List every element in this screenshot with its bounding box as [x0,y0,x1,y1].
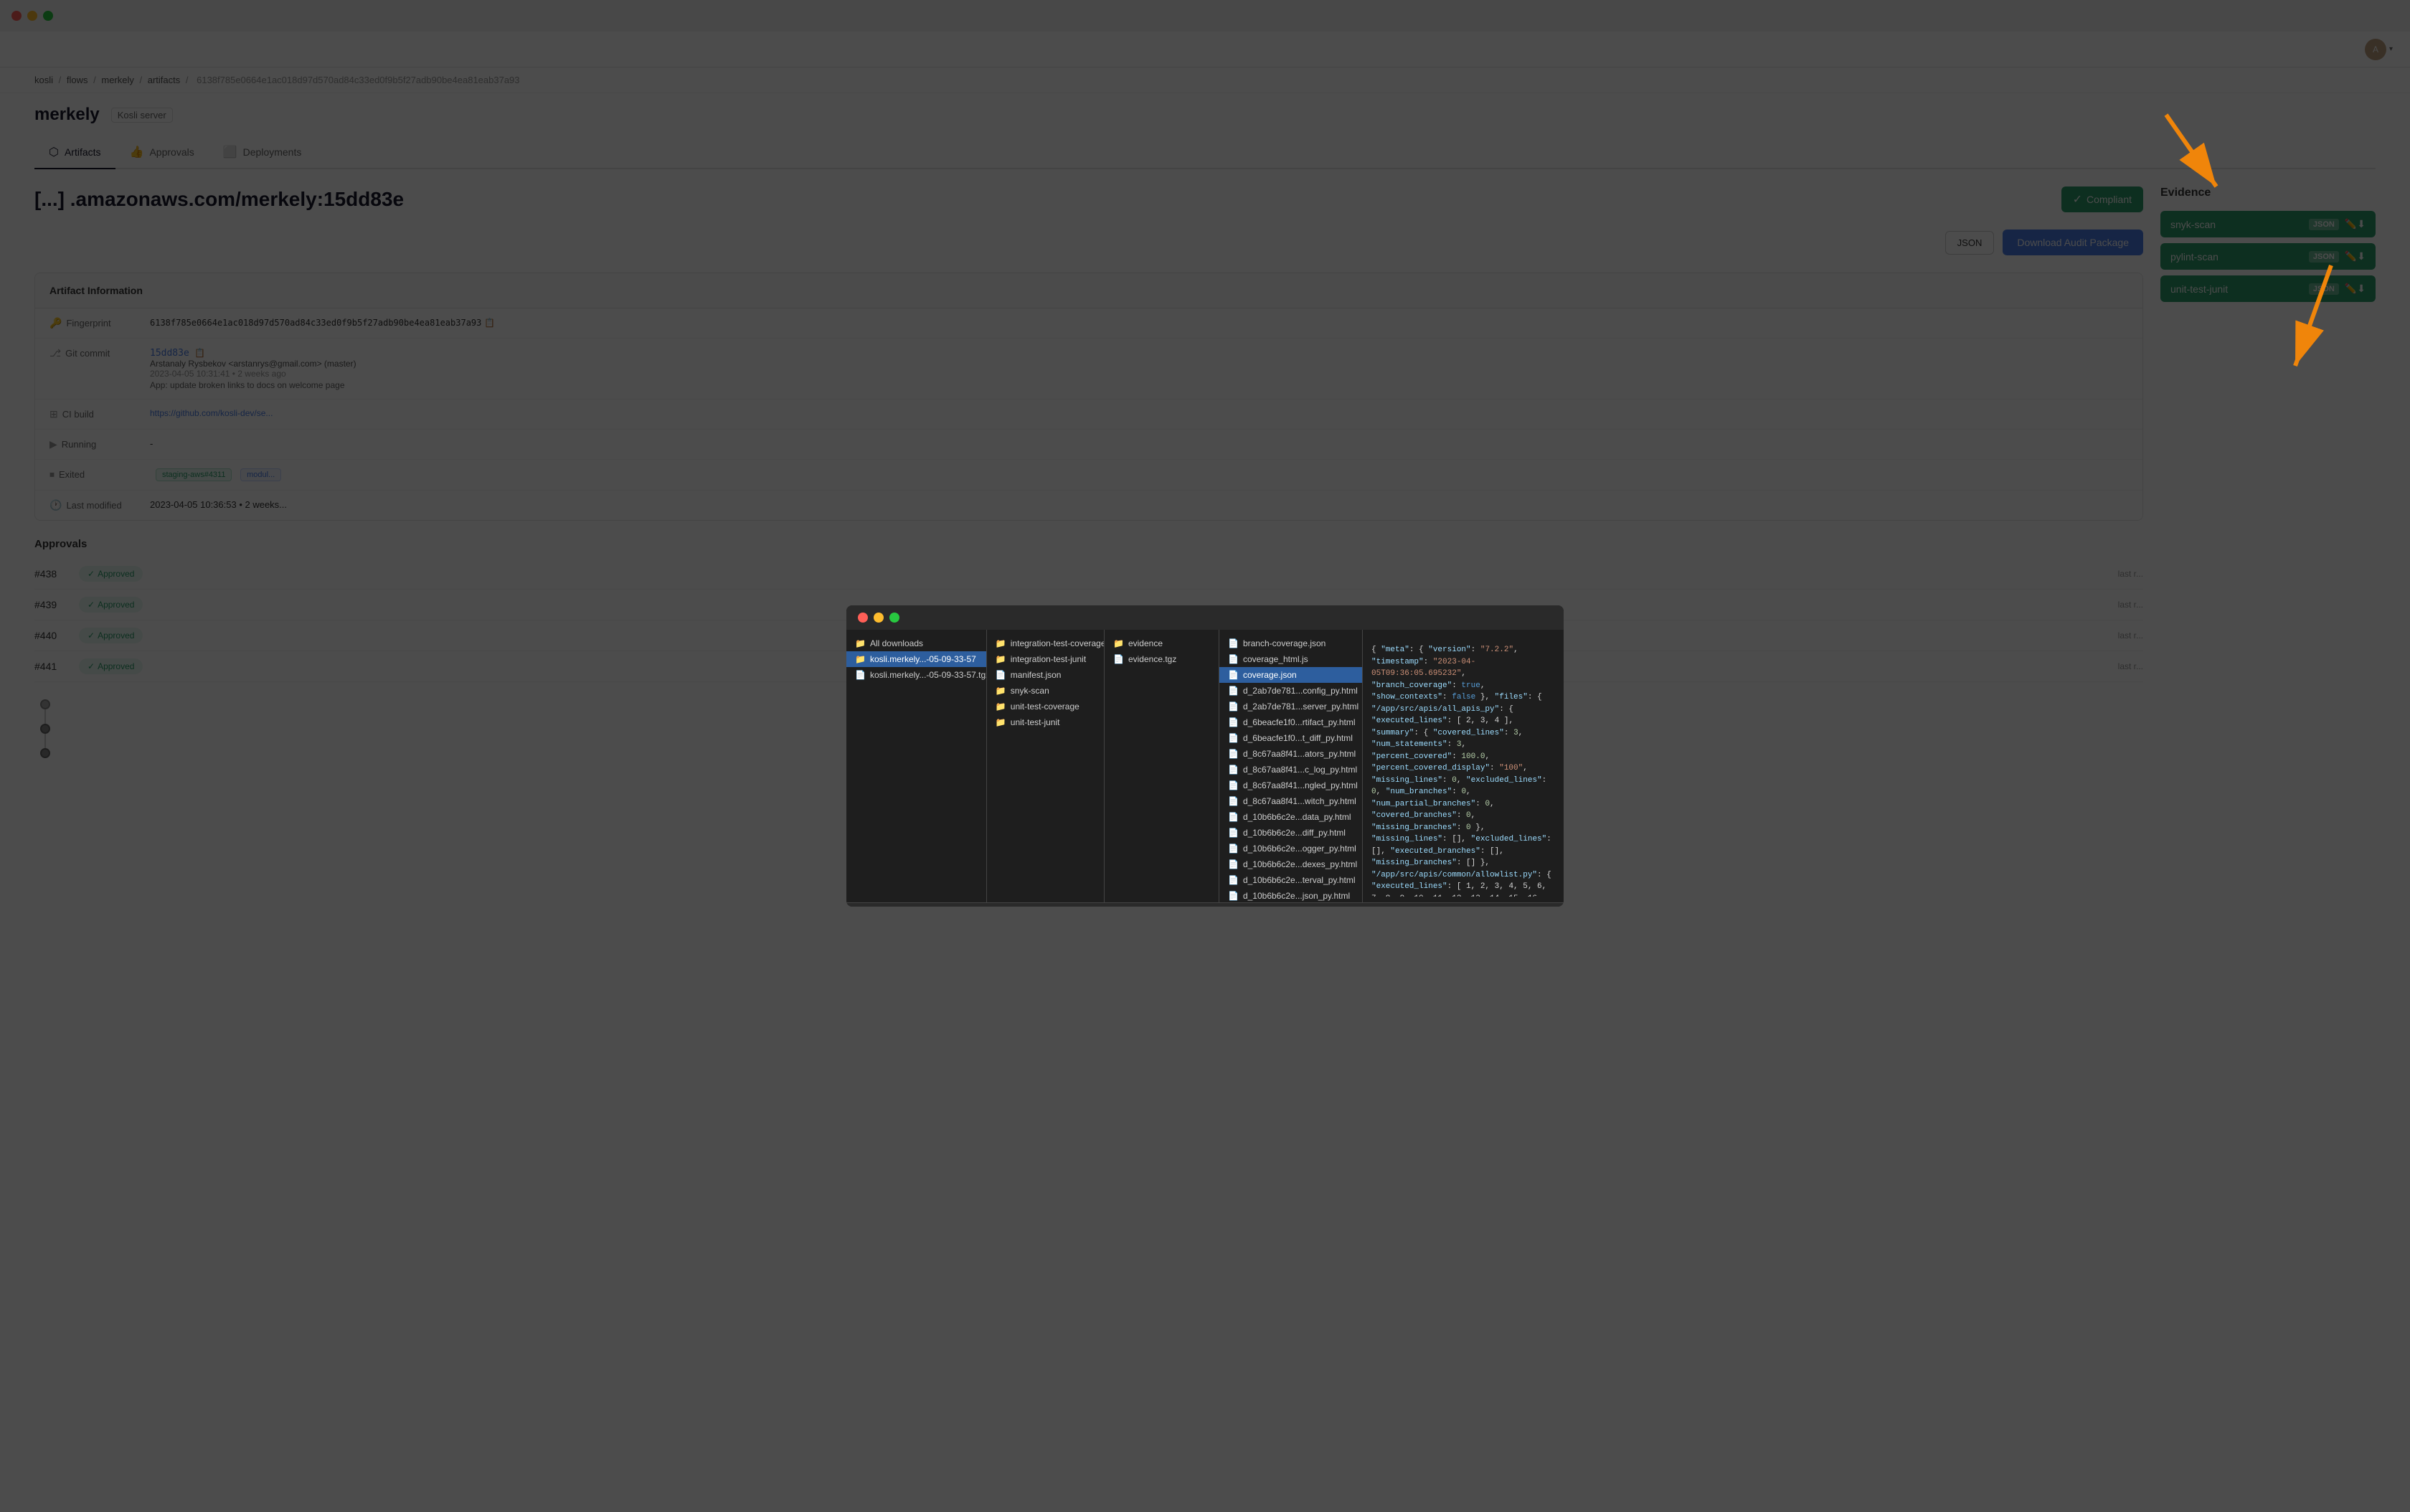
file-item[interactable]: 📄 d_8c67aa8f41...ators_py.html [1219,746,1362,762]
file-label: unit-test-junit [1011,717,1060,727]
file-label: snyk-scan [1011,686,1049,696]
file-label: branch-coverage.json [1243,638,1326,648]
file-label: manifest.json [1011,670,1062,680]
file-icon: 📄 [855,670,866,680]
json-preview-col: { "meta": { "version": "7.2.2", "timesta… [1363,630,1564,902]
file-label: d_8c67aa8f41...c_log_py.html [1243,765,1357,775]
file-item[interactable]: 📄 d_10b6b6c2e...diff_py.html [1219,825,1362,841]
modal-minimize-button[interactable] [874,613,884,623]
file-icon: 📄 [1228,796,1239,806]
file-item[interactable]: 📄 d_8c67aa8f41...witch_py.html [1219,793,1362,809]
file-label: kosli.merkely...-05-09-33-57 [870,654,976,664]
file-col-2: 📁 integration-test-coverage 📁 integration-t… [987,630,1105,902]
file-item[interactable]: 📄 manifest.json [987,667,1104,683]
file-item[interactable]: 📁 All downloads [846,635,986,651]
file-label: d_8c67aa8f41...witch_py.html [1243,796,1356,806]
file-item[interactable]: 📄 d_10b6b6c2e...dexes_py.html [1219,856,1362,872]
file-item[interactable]: 📄 d_8c67aa8f41...ngled_py.html [1219,778,1362,793]
file-item[interactable]: 📄 evidence.tgz [1105,651,1219,667]
folder-icon: 📁 [855,638,866,648]
file-label: d_8c67aa8f41...ngled_py.html [1243,780,1358,790]
file-label: d_10b6b6c2e...ogger_py.html [1243,844,1356,854]
file-label: evidence.tgz [1128,654,1176,664]
file-icon: 📄 [1228,686,1239,696]
file-item[interactable]: 📄 d_6beacfe1f0...rtifact_py.html [1219,714,1362,730]
file-label: d_10b6b6c2e...data_py.html [1243,812,1351,822]
file-label: d_2ab7de781...config_py.html [1243,686,1358,696]
file-label: All downloads [870,638,923,648]
modal-titlebar [846,605,1564,630]
file-label: coverage_html.js [1243,654,1308,664]
file-icon: 📄 [996,670,1006,680]
file-item[interactable]: 📁 unit-test-coverage [987,699,1104,714]
file-label: d_6beacfe1f0...t_diff_py.html [1243,733,1353,743]
file-item[interactable]: 📁 unit-test-junit [987,714,1104,730]
file-item[interactable]: 📁 kosli.merkely...-05-09-33-57 [846,651,986,667]
file-item[interactable]: 📄 d_8c67aa8f41...c_log_py.html [1219,762,1362,778]
file-icon: 📄 [1113,654,1124,664]
folder-icon: 📁 [855,654,866,664]
file-icon: 📄 [1228,780,1239,790]
file-browser-modal: 📁 All downloads 📁 kosli.merkely...-05-09-33… [846,605,1564,907]
file-label: integration-test-junit [1011,654,1086,664]
folder-icon: 📁 [996,654,1006,664]
file-icon: 📄 [1228,812,1239,822]
file-item[interactable]: 📄 coverage_html.js [1219,651,1362,667]
file-item[interactable]: 📄 d_10b6b6c2e...json_py.html [1219,888,1362,902]
file-label: coverage.json [1243,670,1297,680]
file-label: integration-test-coverage [1011,638,1105,648]
json-preview: { "meta": { "version": "7.2.2", "timesta… [1363,635,1564,897]
modal-maximize-button[interactable] [889,613,899,623]
file-icon: 📄 [1228,828,1239,838]
file-icon: 📄 [1228,765,1239,775]
file-label: d_10b6b6c2e...json_py.html [1243,891,1350,901]
file-icon: 📄 [1228,733,1239,743]
file-label: evidence [1128,638,1163,648]
file-label: kosli.merkely...-05-09-33-57.tgz [870,670,987,680]
folder-icon: 📁 [996,686,1006,696]
file-item[interactable]: 📄 d_2ab7de781...server_py.html [1219,699,1362,714]
file-label: d_10b6b6c2e...dexes_py.html [1243,859,1357,869]
folder-icon: 📁 [996,638,1006,648]
file-item[interactable]: 📄 d_2ab7de781...config_py.html [1219,683,1362,699]
folder-icon: 📁 [1113,638,1124,648]
file-icon: 📄 [1228,844,1239,854]
file-explorer: 📁 All downloads 📁 kosli.merkely...-05-09-33… [846,630,1564,902]
modal-close-button[interactable] [858,613,868,623]
file-col-4: 📄 branch-coverage.json 📄 coverage_html.js 📄 c… [1219,630,1363,902]
file-icon: 📄 [1228,638,1239,648]
file-icon: 📄 [1228,749,1239,759]
modal-bottom-bar: Received pylint-scan evidence 2023-04-5 … [846,902,1564,907]
file-item[interactable]: 📄 coverage.json [1219,667,1362,683]
folder-icon: 📁 [996,717,1006,727]
folder-icon: 📁 [996,701,1006,712]
file-icon: 📄 [1228,891,1239,901]
file-label: unit-test-coverage [1011,701,1079,712]
file-label: d_2ab7de781...server_py.html [1243,701,1358,712]
file-item[interactable]: 📄 d_10b6b6c2e...terval_py.html [1219,872,1362,888]
file-icon: 📄 [1228,717,1239,727]
file-label: d_8c67aa8f41...ators_py.html [1243,749,1356,759]
file-item[interactable]: 📄 d_10b6b6c2e...ogger_py.html [1219,841,1362,856]
file-icon: 📄 [1228,875,1239,885]
file-col-3: 📁 evidence 📄 evidence.tgz [1105,630,1219,902]
file-item[interactable]: 📁 evidence [1105,635,1219,651]
modal-overlay[interactable]: 📁 All downloads 📁 kosli.merkely...-05-09-33… [0,0,2410,1512]
file-col-1: 📁 All downloads 📁 kosli.merkely...-05-09-33… [846,630,987,902]
file-label: d_10b6b6c2e...terval_py.html [1243,875,1356,885]
file-icon: 📄 [1228,670,1239,680]
file-label: d_10b6b6c2e...diff_py.html [1243,828,1346,838]
file-icon: 📄 [1228,701,1239,712]
file-item[interactable]: 📁 snyk-scan [987,683,1104,699]
file-label: d_6beacfe1f0...rtifact_py.html [1243,717,1356,727]
file-icon: 📄 [1228,859,1239,869]
file-item[interactable]: 📄 d_10b6b6c2e...data_py.html [1219,809,1362,825]
file-icon: 📄 [1228,654,1239,664]
file-item[interactable]: 📄 d_6beacfe1f0...t_diff_py.html [1219,730,1362,746]
file-item[interactable]: 📄 kosli.merkely...-05-09-33-57.tgz [846,667,986,683]
file-item[interactable]: 📄 branch-coverage.json [1219,635,1362,651]
file-item[interactable]: 📁 integration-test-junit [987,651,1104,667]
file-item[interactable]: 📁 integration-test-coverage [987,635,1104,651]
